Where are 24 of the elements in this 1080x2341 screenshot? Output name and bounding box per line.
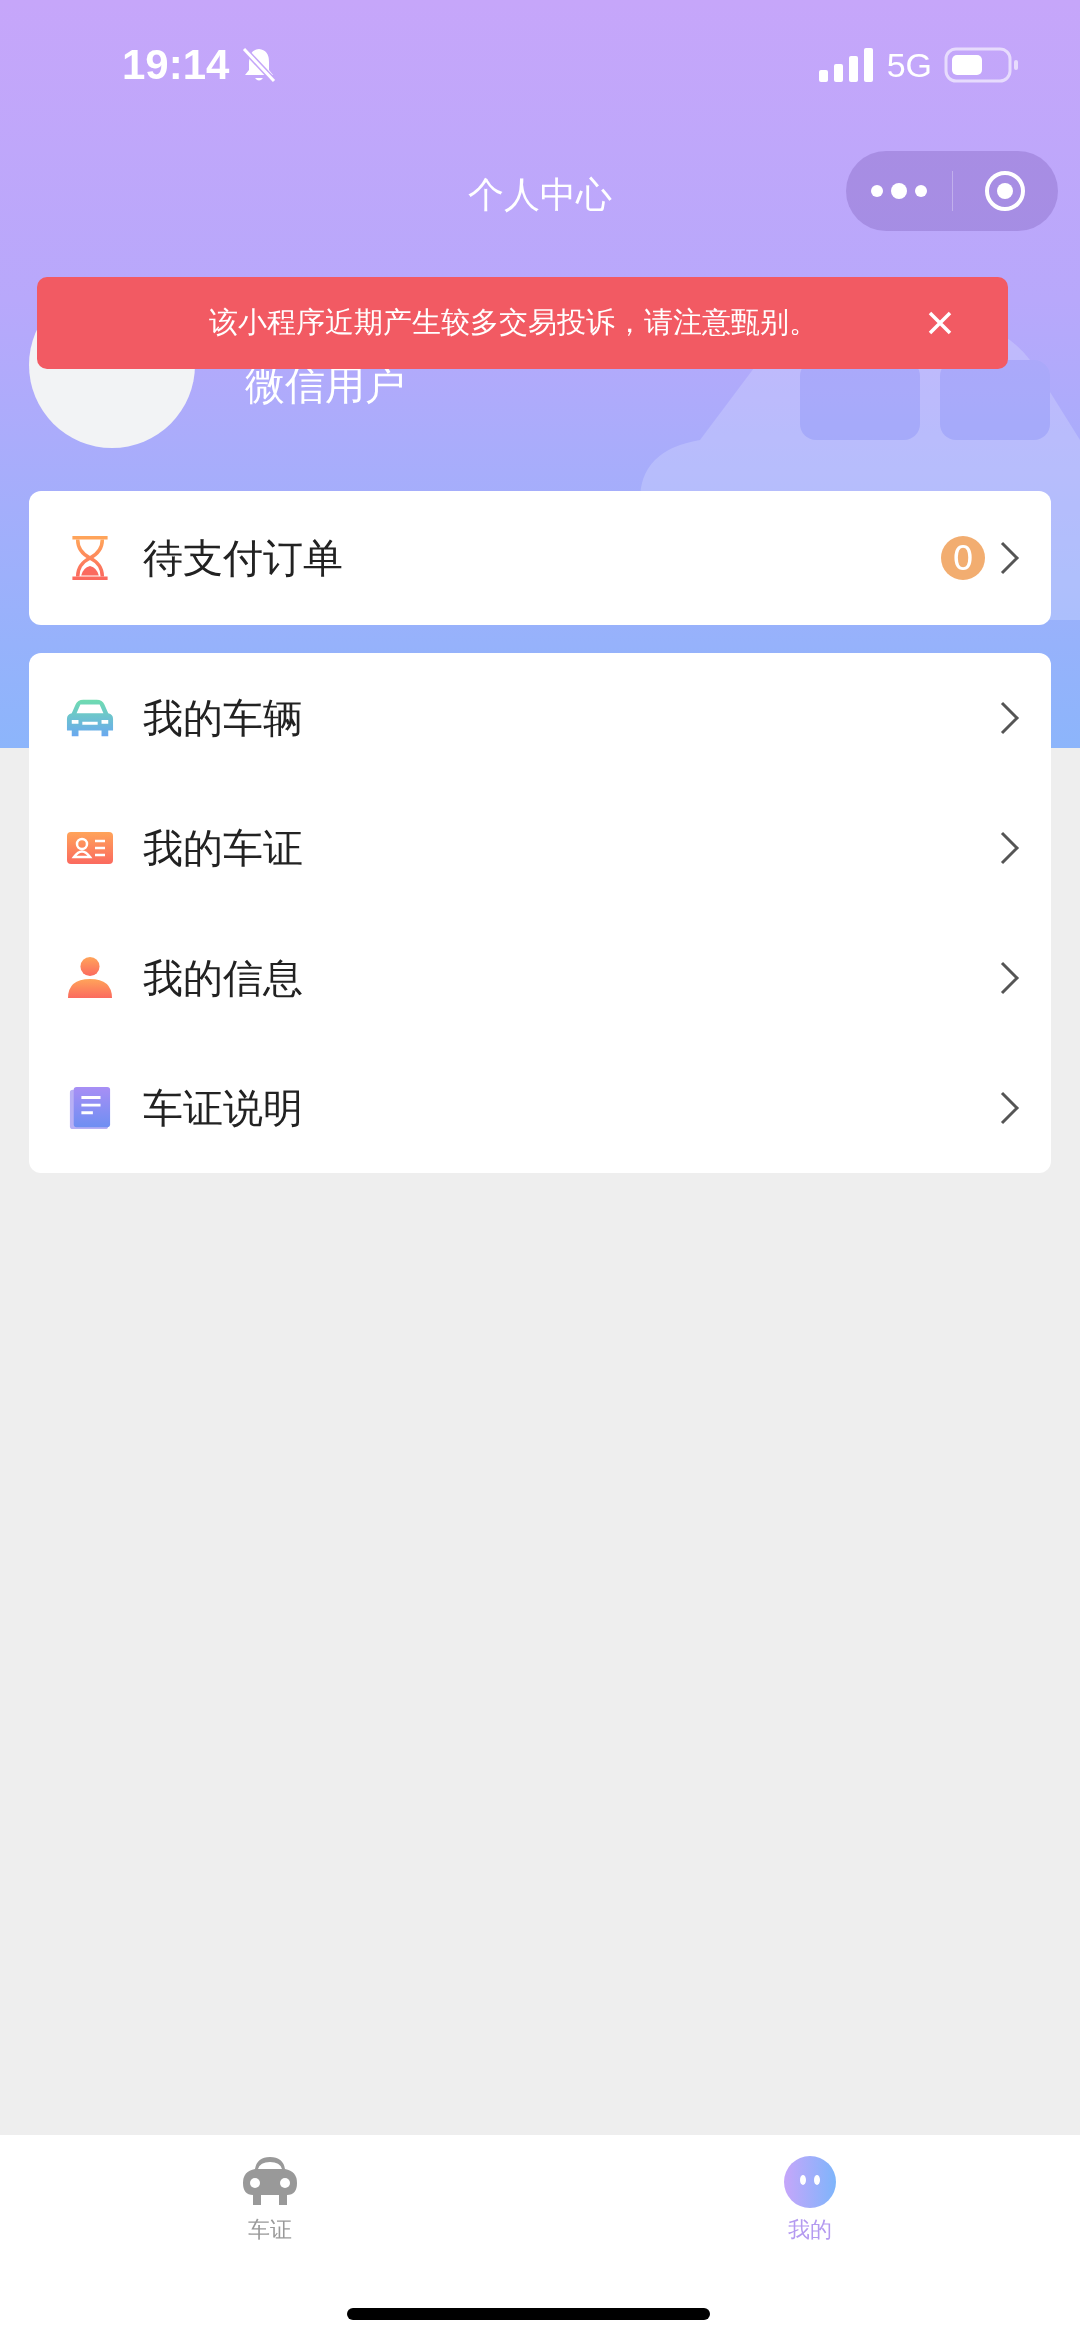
chevron-right-icon (999, 540, 1021, 576)
menu-label: 待支付订单 (143, 533, 344, 583)
menu-item[interactable]: 我的信息 (29, 913, 1051, 1043)
chevron-right-icon (999, 960, 1021, 996)
battery-icon (944, 47, 1020, 83)
warning-message: 该小程序近期产生较多交易投诉，请注意甄别。 (209, 304, 819, 341)
chevron-right-icon (999, 700, 1021, 736)
clock-time: 19:14 (122, 41, 230, 89)
network-label: 5G (886, 45, 932, 85)
face-icon (781, 2155, 839, 2209)
close-icon[interactable] (928, 311, 952, 335)
count-badge: 0 (941, 536, 985, 580)
menu-item[interactable]: 我的车辆 (29, 653, 1051, 783)
chevron-right-icon (999, 830, 1021, 866)
bell-muted-icon (241, 46, 278, 84)
menu-item[interactable]: 车证说明 (29, 1043, 1051, 1173)
close-target-icon[interactable] (983, 169, 1028, 213)
more-icon[interactable] (868, 181, 929, 201)
order-card[interactable]: 待支付订单 0 (29, 491, 1051, 625)
page-title: 个人中心 (468, 172, 612, 217)
signal-icon (818, 48, 875, 82)
chevron-right-icon (999, 1090, 1021, 1126)
menu-item[interactable]: 我的车证 (29, 783, 1051, 913)
person-icon (66, 956, 114, 1000)
